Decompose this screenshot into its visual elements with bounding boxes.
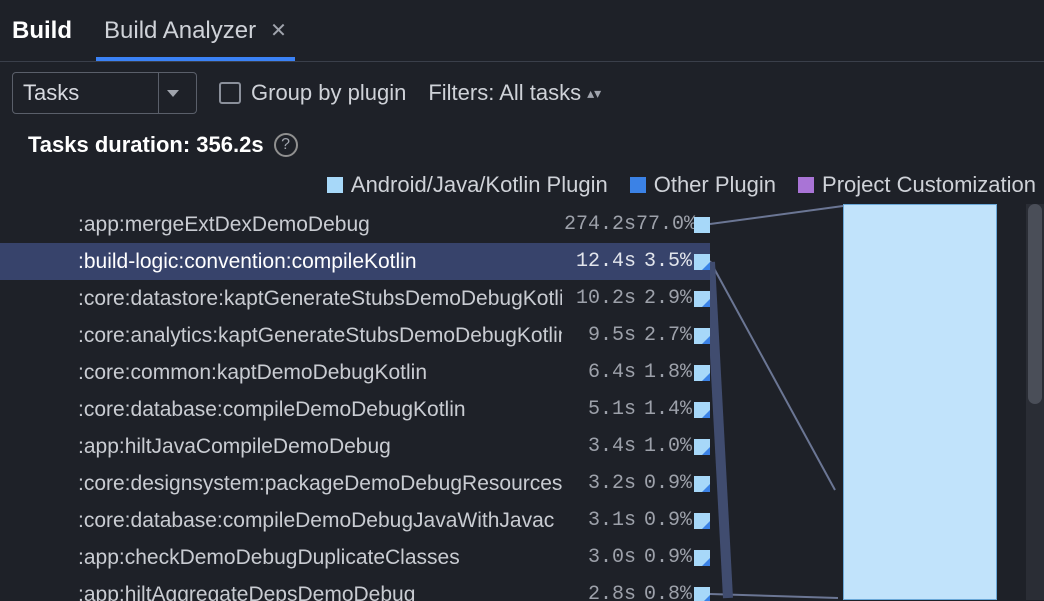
task-name: :core:datastore:kaptGenerateStubsDemoDeb… [78, 287, 562, 311]
mini-bar-icon [694, 291, 710, 307]
mini-bar-icon [694, 365, 710, 381]
swatch-icon [798, 177, 814, 193]
task-percent: 1.0% [636, 435, 692, 458]
task-time: 9.5s [562, 324, 636, 347]
mini-bar-icon [694, 402, 710, 418]
view-dropdown[interactable]: Tasks [12, 72, 197, 114]
task-row[interactable]: :app:hiltAggregateDepsDemoDebug2.8s0.8% [0, 576, 710, 601]
task-time: 3.4s [562, 435, 636, 458]
task-name: :core:common:kaptDemoDebugKotlin [78, 361, 562, 385]
legend-other-plugin: Other Plugin [630, 172, 776, 198]
view-dropdown-value: Tasks [23, 80, 79, 106]
scrollbar[interactable] [1026, 204, 1044, 600]
close-icon[interactable]: ✕ [270, 18, 287, 43]
task-name: :app:hiltAggregateDepsDemoDebug [78, 583, 562, 601]
task-time: 3.1s [562, 509, 636, 532]
filters-label: Filters: All tasks [428, 80, 581, 106]
mini-bar-icon [694, 587, 710, 601]
task-list: :app:mergeExtDexDemoDebug274.2s77.0%:bui… [0, 202, 710, 601]
task-row[interactable]: :core:analytics:kaptGenerateStubsDemoDeb… [0, 317, 710, 354]
task-row[interactable]: :app:hiltJavaCompileDemoDebug3.4s1.0% [0, 428, 710, 465]
duration-text: Tasks duration: 356.2s [28, 132, 264, 158]
task-percent: 77.0% [636, 213, 692, 236]
mini-bar-icon [694, 439, 710, 455]
mini-bar-icon [694, 254, 710, 270]
help-icon[interactable]: ? [274, 133, 298, 157]
mini-bar-icon [694, 550, 710, 566]
legend-project-customization: Project Customization [798, 172, 1036, 198]
swatch-icon [327, 177, 343, 193]
task-row[interactable]: :app:checkDemoDebugDuplicateClasses3.0s0… [0, 539, 710, 576]
mini-bar-icon [694, 513, 710, 529]
legend-android-plugin: Android/Java/Kotlin Plugin [327, 172, 608, 198]
legend: Android/Java/Kotlin Plugin Other Plugin … [0, 158, 1044, 202]
task-time: 12.4s [562, 250, 636, 273]
content-area: :app:mergeExtDexDemoDebug274.2s77.0%:bui… [0, 202, 1044, 601]
task-percent: 0.9% [636, 546, 692, 569]
task-time: 3.0s [562, 546, 636, 569]
task-row[interactable]: :core:designsystem:packageDemoDebugResou… [0, 465, 710, 502]
task-name: :core:database:compileDemoDebugJavaWithJ… [78, 509, 562, 533]
mini-bar-icon [694, 476, 710, 492]
task-row[interactable]: :core:common:kaptDemoDebugKotlin6.4s1.8% [0, 354, 710, 391]
stacked-bar[interactable] [843, 204, 997, 600]
group-by-plugin-option[interactable]: Group by plugin [219, 80, 406, 106]
task-name: :app:checkDemoDebugDuplicateClasses [78, 546, 562, 570]
task-name: :app:mergeExtDexDemoDebug [78, 213, 562, 237]
filters-dropdown[interactable]: Filters: All tasks ▴▾ [428, 80, 601, 106]
tab-build[interactable]: Build [12, 0, 72, 61]
task-row[interactable]: :app:mergeExtDexDemoDebug274.2s77.0% [0, 206, 710, 243]
legend-label: Other Plugin [654, 172, 776, 198]
task-percent: 3.5% [636, 250, 692, 273]
task-name: :core:designsystem:packageDemoDebugResou… [78, 472, 562, 496]
sort-icon: ▴▾ [587, 85, 601, 102]
task-percent: 2.9% [636, 287, 692, 310]
checkbox-icon[interactable] [219, 82, 241, 104]
task-name: :app:hiltJavaCompileDemoDebug [78, 435, 562, 459]
task-row[interactable]: :core:database:compileDemoDebugJavaWithJ… [0, 502, 710, 539]
task-percent: 2.7% [636, 324, 692, 347]
task-time: 2.8s [562, 583, 636, 601]
task-time: 274.2s [562, 213, 636, 236]
chevron-down-icon [158, 73, 186, 113]
task-percent: 0.9% [636, 509, 692, 532]
task-row[interactable]: :build-logic:convention:compileKotlin12.… [0, 243, 710, 280]
task-percent: 0.9% [636, 472, 692, 495]
task-time: 5.1s [562, 398, 636, 421]
scroll-thumb[interactable] [1028, 204, 1042, 404]
task-percent: 1.4% [636, 398, 692, 421]
tab-bar: Build Build Analyzer ✕ [0, 0, 1044, 62]
group-by-plugin-label: Group by plugin [251, 80, 406, 106]
mini-bar-icon [694, 328, 710, 344]
task-time: 10.2s [562, 287, 636, 310]
tab-build-label: Build [12, 17, 72, 45]
task-time: 3.2s [562, 472, 636, 495]
task-time: 6.4s [562, 361, 636, 384]
duration-summary: Tasks duration: 356.2s ? [0, 114, 1044, 158]
task-percent: 1.8% [636, 361, 692, 384]
tab-build-analyzer[interactable]: Build Analyzer ✕ [104, 0, 287, 61]
mini-bar-icon [694, 217, 710, 233]
chart-panel [710, 202, 1044, 601]
task-percent: 0.8% [636, 583, 692, 601]
task-row[interactable]: :core:database:compileDemoDebugKotlin5.1… [0, 391, 710, 428]
task-name: :core:database:compileDemoDebugKotlin [78, 398, 562, 422]
legend-label: Project Customization [822, 172, 1036, 198]
legend-label: Android/Java/Kotlin Plugin [351, 172, 608, 198]
tab-build-analyzer-label: Build Analyzer [104, 17, 256, 45]
task-name: :build-logic:convention:compileKotlin [78, 250, 562, 274]
task-row[interactable]: :core:datastore:kaptGenerateStubsDemoDeb… [0, 280, 710, 317]
swatch-icon [630, 177, 646, 193]
toolbar: Tasks Group by plugin Filters: All tasks… [0, 62, 1044, 114]
task-name: :core:analytics:kaptGenerateStubsDemoDeb… [78, 324, 562, 348]
